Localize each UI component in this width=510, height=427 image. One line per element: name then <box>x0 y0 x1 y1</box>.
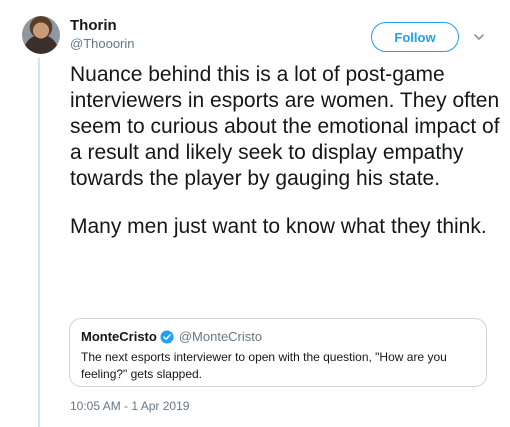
quoted-tweet-text: The next esports interviewer to open wit… <box>81 350 447 381</box>
author-display-name[interactable]: Thorin <box>70 17 135 35</box>
quoted-author-name: MonteCristo <box>81 329 157 344</box>
tweet-body: Nuance behind this is a lot of post-game… <box>70 62 500 240</box>
author-handle[interactable]: @Thooorin <box>70 36 135 52</box>
avatar[interactable] <box>22 16 60 54</box>
tweet-paragraph: Nuance behind this is a lot of post-game… <box>70 63 500 190</box>
verified-badge-icon-svg <box>160 330 174 344</box>
quoted-tweet[interactable]: MonteCristo @MonteCristo The next esport… <box>69 318 487 387</box>
tweet-paragraph: Many men just want to know what they thi… <box>70 215 487 238</box>
follow-button[interactable]: Follow <box>371 22 459 52</box>
chevron-down-icon-svg <box>474 34 484 40</box>
verified-badge-icon <box>160 330 174 344</box>
tweet-author: Thorin @Thooorin <box>70 17 135 52</box>
tweet-timestamp[interactable]: 10:05 AM - 1 Apr 2019 <box>70 399 189 413</box>
quoted-tweet-header: MonteCristo @MonteCristo <box>81 329 475 345</box>
thread-line <box>38 58 40 427</box>
chevron-down-icon[interactable] <box>472 30 486 44</box>
quoted-author-handle: @MonteCristo <box>178 329 263 344</box>
